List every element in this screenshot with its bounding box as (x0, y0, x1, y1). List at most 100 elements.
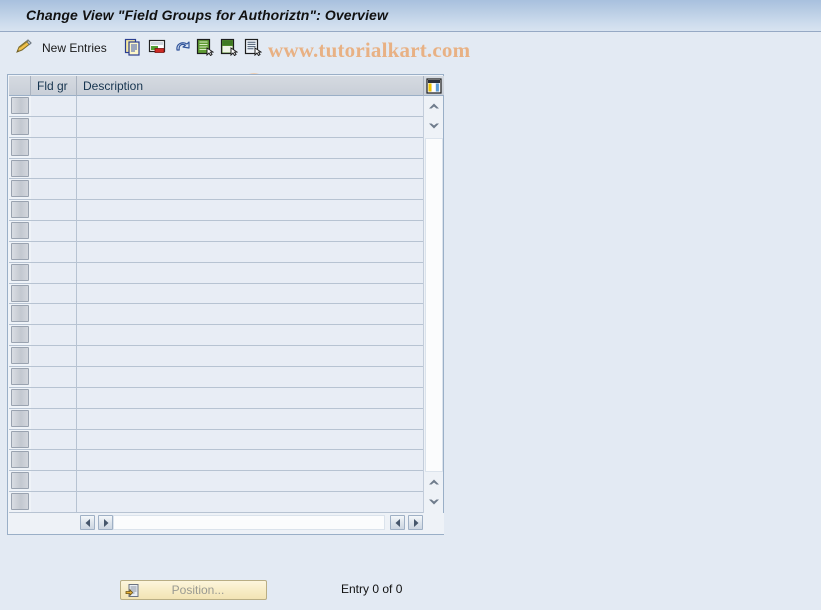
cell-fld-gr[interactable] (31, 116, 77, 137)
scroll-up-icon[interactable] (425, 98, 443, 114)
cell-description[interactable] (77, 408, 423, 429)
cell-description[interactable] (77, 429, 423, 450)
cell-description[interactable] (77, 137, 423, 158)
cell-fld-gr[interactable] (31, 408, 77, 429)
table-row[interactable] (9, 262, 423, 284)
cell-description[interactable] (77, 116, 423, 137)
cell-fld-gr[interactable] (31, 325, 77, 346)
column-header-description[interactable]: Description (77, 76, 424, 96)
cell-description[interactable] (77, 492, 423, 512)
cell-description[interactable] (77, 200, 423, 221)
table-row[interactable] (9, 116, 423, 138)
table-row[interactable] (9, 450, 423, 472)
row-select-button[interactable] (11, 451, 29, 469)
cell-description[interactable] (77, 221, 423, 241)
cell-fld-gr[interactable] (31, 304, 77, 325)
copy-as-button[interactable] (124, 37, 142, 59)
row-select-button[interactable] (11, 97, 29, 114)
table-row[interactable] (9, 304, 423, 326)
scroll-down-icon[interactable] (425, 494, 443, 510)
row-select-button[interactable] (11, 159, 29, 177)
table-row[interactable] (9, 408, 423, 430)
delete-button[interactable] (148, 37, 166, 59)
cell-fld-gr[interactable] (31, 471, 77, 492)
scroll-left-icon[interactable] (80, 515, 95, 530)
row-select-button[interactable] (11, 222, 29, 240)
table-body[interactable] (9, 96, 423, 513)
table-row[interactable] (9, 200, 423, 222)
cell-fld-gr[interactable] (31, 262, 77, 283)
table-vertical-scrollbar[interactable] (423, 96, 443, 513)
table-horizontal-scrollbar[interactable] (9, 513, 444, 534)
cell-fld-gr[interactable] (31, 387, 77, 408)
table-row[interactable] (9, 158, 423, 180)
cell-fld-gr[interactable] (31, 137, 77, 158)
table-row[interactable] (9, 346, 423, 367)
cell-fld-gr[interactable] (31, 96, 77, 116)
cell-fld-gr[interactable] (31, 179, 77, 200)
cell-description[interactable] (77, 346, 423, 366)
cell-description[interactable] (77, 241, 423, 262)
row-select-button[interactable] (11, 326, 29, 344)
cell-description[interactable] (77, 96, 423, 116)
table-row[interactable] (9, 325, 423, 347)
row-select-button[interactable] (11, 201, 29, 219)
cell-fld-gr[interactable] (31, 200, 77, 221)
cell-fld-gr[interactable] (31, 346, 77, 366)
row-select-button[interactable] (11, 347, 29, 365)
cell-fld-gr[interactable] (31, 241, 77, 262)
scroll-down-icon[interactable] (425, 118, 443, 134)
table-row[interactable] (9, 221, 423, 242)
cell-description[interactable] (77, 471, 423, 492)
new-entries-button[interactable]: New Entries (42, 37, 107, 59)
table-row[interactable] (9, 366, 423, 388)
table-row[interactable] (9, 96, 423, 117)
cell-fld-gr[interactable] (31, 221, 77, 241)
vertical-scroll-track[interactable] (425, 138, 443, 472)
cell-description[interactable] (77, 158, 423, 179)
row-select-button[interactable] (11, 472, 29, 490)
cell-fld-gr[interactable] (31, 450, 77, 471)
cell-description[interactable] (77, 387, 423, 408)
row-select-button[interactable] (11, 305, 29, 323)
cell-fld-gr[interactable] (31, 283, 77, 304)
row-select-button[interactable] (11, 180, 29, 198)
horizontal-scroll-track[interactable] (113, 515, 385, 530)
scroll-right-icon[interactable] (98, 515, 113, 530)
position-button[interactable]: Position... (120, 580, 267, 600)
cell-description[interactable] (77, 325, 423, 346)
column-header-select[interactable] (9, 76, 31, 96)
deselect-all-button[interactable] (220, 37, 239, 59)
table-row[interactable] (9, 387, 423, 409)
row-select-button[interactable] (11, 493, 29, 511)
cell-description[interactable] (77, 304, 423, 325)
column-header-fld-gr[interactable]: Fld gr (31, 76, 77, 96)
details-button[interactable] (244, 37, 263, 59)
table-row[interactable] (9, 283, 423, 305)
display-change-button[interactable] (14, 37, 34, 59)
row-select-button[interactable] (11, 409, 29, 427)
undo-button[interactable] (172, 37, 192, 59)
table-row[interactable] (9, 492, 423, 513)
row-select-button[interactable] (11, 367, 29, 385)
table-row[interactable] (9, 429, 423, 451)
row-select-button[interactable] (11, 430, 29, 448)
cell-description[interactable] (77, 179, 423, 200)
row-select-button[interactable] (11, 138, 29, 156)
table-row[interactable] (9, 241, 423, 263)
select-all-button[interactable] (196, 37, 215, 59)
cell-fld-gr[interactable] (31, 158, 77, 179)
scroll-up-icon[interactable] (425, 474, 443, 490)
cell-description[interactable] (77, 262, 423, 283)
scroll-left-icon[interactable] (390, 515, 405, 530)
table-row[interactable] (9, 471, 423, 493)
cell-description[interactable] (77, 450, 423, 471)
table-row[interactable] (9, 179, 423, 201)
row-select-button[interactable] (11, 242, 29, 260)
cell-description[interactable] (77, 283, 423, 304)
row-select-button[interactable] (11, 117, 29, 135)
scroll-right-icon[interactable] (408, 515, 423, 530)
table-settings-icon[interactable] (424, 76, 444, 96)
cell-fld-gr[interactable] (31, 492, 77, 512)
cell-fld-gr[interactable] (31, 429, 77, 450)
